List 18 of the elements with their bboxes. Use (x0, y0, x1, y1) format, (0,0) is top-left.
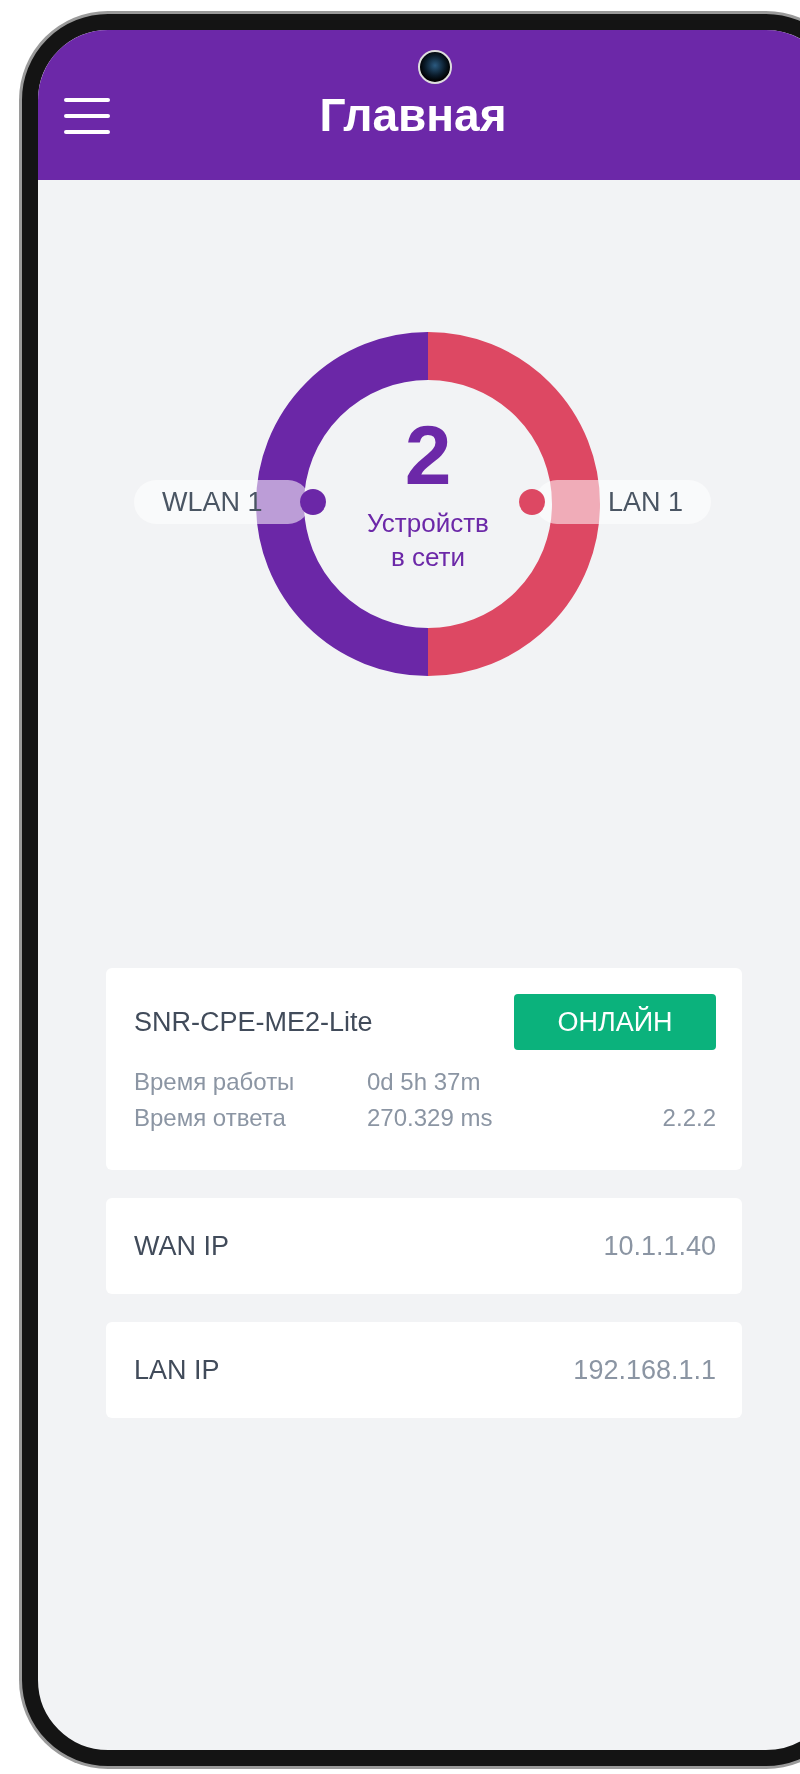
device-caption: Устройств в сети (366, 507, 490, 574)
info-value: 0d 5h 37m (367, 1067, 482, 1097)
legend-label: LAN 1 (606, 486, 683, 518)
info-label: Время ответа (134, 1103, 287, 1133)
page-title: Главная (319, 88, 507, 142)
device-count: 2 (404, 413, 452, 498)
ip-value: 10.1.1.40 (603, 1230, 716, 1262)
camera-lens (418, 50, 452, 84)
legend-label: WLAN 1 (162, 486, 264, 518)
ip-value: 192.168.1.1 (573, 1354, 716, 1386)
firmware-version: 2.2.2 (662, 1103, 716, 1133)
status-badge: ОНЛАЙН (514, 994, 716, 1050)
info-value: 270.329 ms (367, 1103, 494, 1133)
info-label: Время работы (134, 1067, 296, 1097)
ip-label: WAN IP (134, 1230, 229, 1262)
menu-icon[interactable] (64, 98, 110, 134)
ip-label: LAN IP (134, 1354, 220, 1386)
router-name: SNR-CPE-ME2-Lite (134, 1006, 373, 1038)
